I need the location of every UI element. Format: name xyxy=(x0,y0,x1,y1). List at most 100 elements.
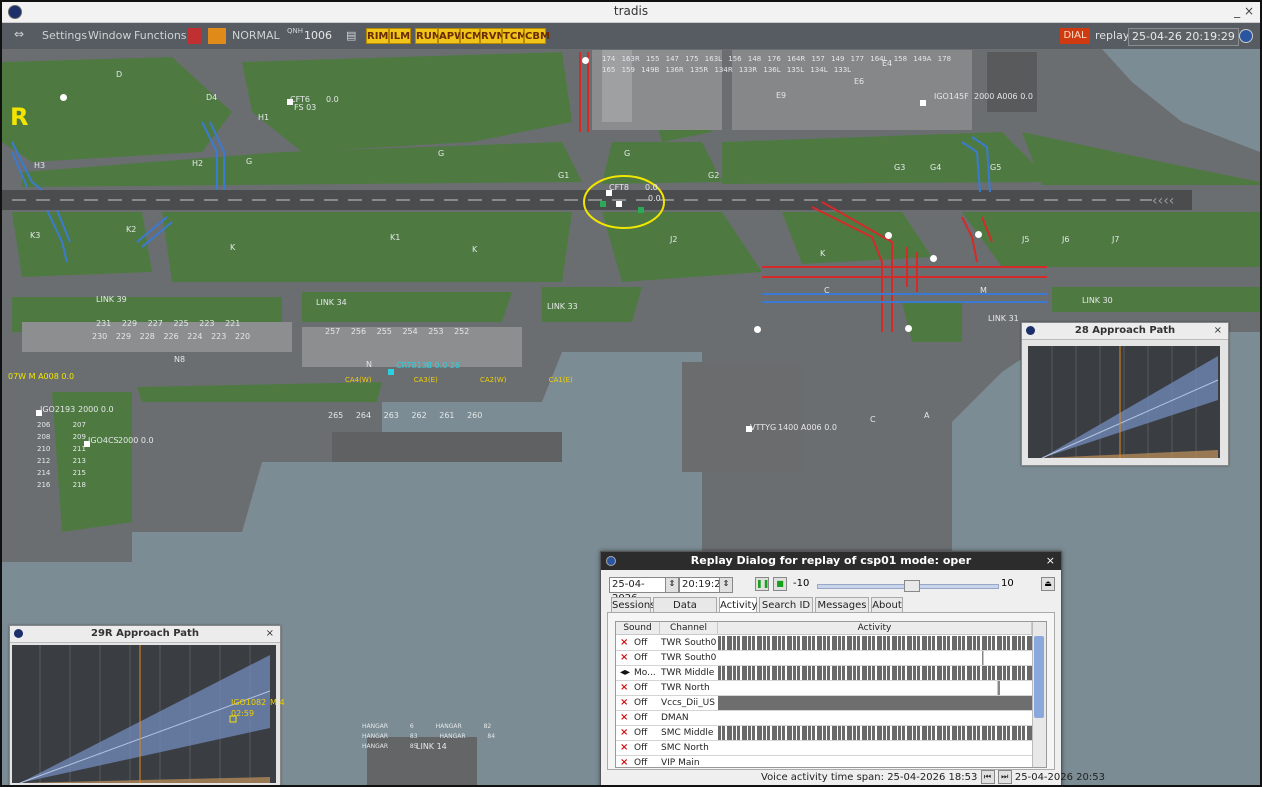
tab-activity[interactable]: Activity xyxy=(719,597,757,613)
cbm-button[interactable]: CBM xyxy=(524,28,550,44)
mute-icon[interactable]: × xyxy=(620,727,628,738)
aircraft-symbol[interactable] xyxy=(920,100,926,106)
taxi-label: K xyxy=(472,245,478,254)
tab-search-id[interactable]: Search ID xyxy=(759,597,813,613)
stand-row: 230 229 228 226 224 223 220 xyxy=(92,332,251,341)
scrollbar-thumb[interactable] xyxy=(1034,636,1044,718)
alert-icon[interactable] xyxy=(187,28,201,44)
speed-slider[interactable] xyxy=(817,580,999,592)
sound-state[interactable]: Off xyxy=(634,638,647,648)
taxi-label: H2 xyxy=(192,159,204,168)
sound-state[interactable]: Off xyxy=(634,653,647,663)
tcm-button[interactable]: TCM xyxy=(502,28,527,44)
aircraft-symbol[interactable] xyxy=(638,207,644,213)
column-header[interactable]: Sound xyxy=(616,622,660,635)
qnh-value[interactable]: 1006 xyxy=(304,28,332,44)
taxi-label: G xyxy=(438,149,445,158)
mute-icon[interactable]: × xyxy=(620,682,628,693)
skip-end-button[interactable]: ⏭ xyxy=(997,770,1012,784)
menu-window[interactable]: Window xyxy=(88,29,131,42)
grid-icon[interactable]: ▤ xyxy=(346,29,356,42)
link-label: LINK 39 xyxy=(96,295,127,304)
column-header[interactable]: Channel xyxy=(660,622,718,635)
person-icon[interactable] xyxy=(208,28,226,44)
sound-state[interactable]: Off xyxy=(634,698,647,708)
approach-panel-28[interactable]: 28 Approach Path × xyxy=(1021,322,1229,466)
window-controls[interactable]: _ × xyxy=(1234,4,1254,18)
taxi-label: J7 xyxy=(1112,235,1120,244)
table-row[interactable]: × Off TWR South01 xyxy=(616,651,1032,666)
approach-panel-29r[interactable]: 29R Approach Path × IGO1082 M 4 02:59 xyxy=(9,625,285,785)
sound-state[interactable]: Off xyxy=(634,743,647,753)
mute-icon[interactable]: × xyxy=(620,712,628,723)
replay-dialog[interactable]: Replay Dialog for replay of csp01 mode: … xyxy=(600,551,1105,785)
close-icon[interactable]: × xyxy=(1214,323,1222,339)
date-input[interactable]: 25-04-2026 xyxy=(609,577,669,604)
pin-icon[interactable]: ⇔ xyxy=(14,27,24,41)
activity-table[interactable]: Sound Channel Activity × Off TWR South02 × O… xyxy=(615,621,1047,768)
sound-state[interactable]: Off xyxy=(634,728,647,738)
table-row[interactable]: × Off VIP Main xyxy=(616,756,1032,767)
tab-messages[interactable]: Messages xyxy=(815,597,869,613)
taxi-label: M xyxy=(980,286,987,295)
time-spinner[interactable]: ⇕ xyxy=(719,577,733,593)
scrollbar[interactable] xyxy=(1032,622,1046,767)
speed-slider-handle[interactable] xyxy=(904,580,920,592)
aircraft-symbol[interactable] xyxy=(616,201,622,207)
aircraft-symbol[interactable] xyxy=(388,369,394,375)
table-row[interactable]: × Off DMAN xyxy=(616,711,1032,726)
tab-data-selection[interactable]: Data Selection xyxy=(653,597,717,627)
taxi-label: G4 xyxy=(930,163,942,172)
sound-state[interactable]: Off xyxy=(634,713,647,723)
mute-icon[interactable]: × xyxy=(620,637,628,648)
date-spinner[interactable]: ⇕ xyxy=(665,577,679,593)
monitor-icon[interactable]: ◂▸ xyxy=(620,667,630,678)
table-row[interactable]: × Off Vccs_Dii_US xyxy=(616,696,1032,711)
sound-state[interactable]: Mo... xyxy=(634,668,656,678)
column-header[interactable]: Activity xyxy=(718,622,1032,635)
table-row[interactable]: × Off SMC North xyxy=(616,741,1032,756)
time-input[interactable]: 20:19:28 xyxy=(679,577,727,593)
time-span-start: 25-04-2026 18:53 xyxy=(887,772,978,783)
sound-state[interactable]: Off xyxy=(634,758,647,767)
mute-icon[interactable]: × xyxy=(620,697,628,708)
table-row[interactable]: × Off TWR South02 xyxy=(616,636,1032,651)
stop-button[interactable]: ■ xyxy=(773,577,787,591)
mute-icon[interactable]: × xyxy=(620,742,628,753)
taxi-label: G1 xyxy=(558,171,570,180)
link-label: LINK 34 xyxy=(316,298,347,307)
mute-icon[interactable]: × xyxy=(620,652,628,663)
table-row[interactable]: × Off SMC Middle xyxy=(616,726,1032,741)
info-icon[interactable] xyxy=(1239,29,1253,43)
channel-name: Vccs_Dii_US xyxy=(661,698,715,708)
tab-sessions[interactable]: Sessions xyxy=(611,597,655,613)
mute-icon[interactable]: × xyxy=(620,757,628,767)
apw-button[interactable]: APW xyxy=(438,28,465,44)
tab-about[interactable]: About xyxy=(871,597,903,613)
aircraft-label: 0.0 xyxy=(326,95,339,104)
aircraft-symbol[interactable] xyxy=(600,201,606,207)
dial-button[interactable]: DIAL xyxy=(1060,28,1090,44)
aircraft-label: 02:59 xyxy=(231,709,255,718)
taxi-label: K1 xyxy=(390,233,401,242)
taxi-label: J6 xyxy=(1062,235,1070,244)
skip-start-button[interactable]: ⏮ xyxy=(980,770,995,784)
table-row[interactable]: ◂▸ Mo... TWR Middle xyxy=(616,666,1032,681)
icm-button[interactable]: ICM xyxy=(460,28,482,44)
ilm-button[interactable]: ILM xyxy=(389,28,411,44)
rvm-button[interactable]: RVM xyxy=(480,28,506,44)
sound-state[interactable]: Off xyxy=(634,683,647,693)
channel-name: DMAN xyxy=(661,713,689,723)
table-row[interactable]: × Off TWR North xyxy=(616,681,1032,696)
close-icon[interactable]: × xyxy=(1046,552,1055,570)
pause-button[interactable]: ❚❚ xyxy=(755,577,769,591)
eject-button[interactable]: ⏏ xyxy=(1041,577,1055,591)
rum-button[interactable]: RUM xyxy=(415,28,442,44)
close-icon[interactable]: × xyxy=(266,626,274,642)
rim-button[interactable]: RIM xyxy=(366,28,389,44)
menu-settings[interactable]: Settings xyxy=(42,29,87,42)
aircraft-label: 2000 A006 0.0 xyxy=(974,92,1033,101)
menu-functions[interactable]: Functions xyxy=(134,29,187,42)
clock-display: 25-04-26 20:19:29 xyxy=(1128,28,1239,46)
channel-name: TWR North xyxy=(661,683,710,693)
